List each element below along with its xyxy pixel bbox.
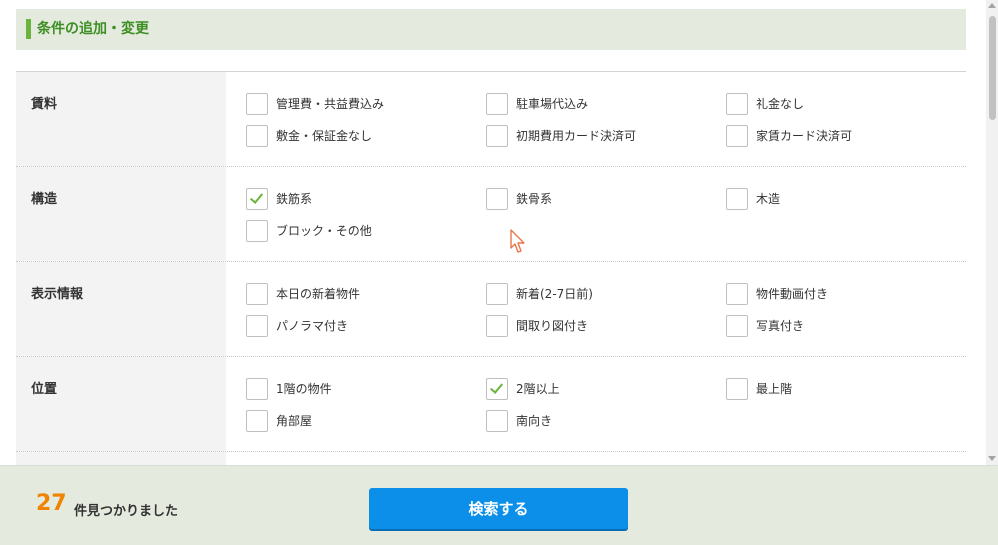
- options-group: 本日の新着物件 新着(2-7日前) 物件動画付き パノラマ付き 間取り図付き 写…: [226, 262, 966, 356]
- checkbox-label[interactable]: 本日の新着物件: [276, 285, 360, 302]
- checkbox-label[interactable]: パノラマ付き: [276, 317, 348, 334]
- checkbox[interactable]: [486, 410, 508, 432]
- conditions-panel: 条件の追加・変更 賃料 管理費・共益費込み 駐車場代込み 礼金なし 敷金・保証金…: [0, 0, 986, 544]
- scrollbar-thumb[interactable]: [989, 16, 996, 120]
- checkbox[interactable]: [486, 188, 508, 210]
- checkbox-label[interactable]: 1階の物件: [276, 380, 332, 397]
- checkbox[interactable]: [246, 378, 268, 400]
- checkbox[interactable]: [726, 378, 748, 400]
- checkbox-label[interactable]: 南向き: [516, 412, 552, 429]
- checkbox-label[interactable]: 初期費用カード決済可: [516, 127, 636, 144]
- checkbox-label[interactable]: ブロック・その他: [276, 222, 372, 239]
- checkbox-checked[interactable]: [246, 188, 268, 210]
- options-group: 管理費・共益費込み 駐車場代込み 礼金なし 敷金・保証金なし 初期費用カード決済…: [226, 72, 966, 166]
- checkbox[interactable]: [246, 125, 268, 147]
- checkbox-label[interactable]: 敷金・保証金なし: [276, 127, 372, 144]
- checkbox[interactable]: [246, 315, 268, 337]
- condition-row-position: 位置 1階の物件 2階以上 最上階 角部屋 南向き: [16, 357, 966, 452]
- row-label: 構造: [31, 192, 58, 207]
- row-label-cell: 表示情報: [16, 262, 226, 356]
- checkbox-label[interactable]: 写真付き: [756, 317, 804, 334]
- checkbox[interactable]: [486, 93, 508, 115]
- checkbox[interactable]: [486, 315, 508, 337]
- checkbox[interactable]: [246, 410, 268, 432]
- options-group: 鉄筋系 鉄骨系 木造 ブロック・その他: [226, 167, 966, 261]
- row-label: 位置: [31, 382, 58, 397]
- checkbox-label[interactable]: 角部屋: [276, 412, 312, 429]
- checkbox-label[interactable]: 鉄筋系: [276, 190, 312, 207]
- scroll-up-arrow-icon[interactable]: [988, 3, 996, 8]
- vertical-scrollbar[interactable]: [986, 0, 998, 544]
- checkbox[interactable]: [726, 315, 748, 337]
- row-label: 賃料: [31, 97, 58, 112]
- checkbox-checked[interactable]: [486, 378, 508, 400]
- checkbox-label[interactable]: 最上階: [756, 380, 792, 397]
- result-count: 27: [36, 491, 67, 516]
- checkbox-label[interactable]: 礼金なし: [756, 95, 804, 112]
- checkbox[interactable]: [246, 283, 268, 305]
- checkbox[interactable]: [246, 220, 268, 242]
- checkbox[interactable]: [486, 283, 508, 305]
- checkbox-label[interactable]: 家賃カード決済可: [756, 127, 852, 144]
- result-count-text: 件見つかりました: [74, 504, 179, 519]
- checkbox-label[interactable]: 物件動画付き: [756, 285, 828, 302]
- checkbox-label[interactable]: 新着(2-7日前): [516, 285, 593, 302]
- conditions-table: 賃料 管理費・共益費込み 駐車場代込み 礼金なし 敷金・保証金なし 初期費用カー…: [16, 71, 966, 492]
- section-title: 条件の追加・変更: [37, 21, 149, 37]
- scroll-down-arrow-icon[interactable]: [988, 456, 996, 461]
- checkbox[interactable]: [726, 125, 748, 147]
- checkbox[interactable]: [726, 93, 748, 115]
- options-group: 1階の物件 2階以上 最上階 角部屋 南向き: [226, 357, 966, 451]
- row-label-cell: 賃料: [16, 72, 226, 166]
- row-label-cell: 位置: [16, 357, 226, 451]
- row-label-cell: 構造: [16, 167, 226, 261]
- results-footer: 27 件見つかりました 検索する: [0, 465, 998, 545]
- section-header: 条件の追加・変更: [16, 9, 966, 50]
- checkbox-label[interactable]: 木造: [756, 190, 780, 207]
- checkbox[interactable]: [726, 188, 748, 210]
- checkbox-label[interactable]: 鉄骨系: [516, 190, 552, 207]
- section-header-accent-bar: [26, 19, 31, 39]
- condition-row-rent: 賃料 管理費・共益費込み 駐車場代込み 礼金なし 敷金・保証金なし 初期費用カー…: [16, 72, 966, 167]
- search-button[interactable]: 検索する: [369, 488, 628, 529]
- mouse-pointer-icon: [510, 229, 525, 253]
- checkbox[interactable]: [246, 93, 268, 115]
- condition-row-structure: 構造 鉄筋系 鉄骨系 木造 ブロック・その他: [16, 167, 966, 262]
- condition-row-display-info: 表示情報 本日の新着物件 新着(2-7日前) 物件動画付き パノラマ付き 間取り…: [16, 262, 966, 357]
- checkbox-label[interactable]: 管理費・共益費込み: [276, 95, 384, 112]
- checkbox[interactable]: [726, 283, 748, 305]
- checkbox[interactable]: [486, 125, 508, 147]
- checkbox-label[interactable]: 駐車場代込み: [516, 95, 588, 112]
- checkbox-label[interactable]: 2階以上: [516, 380, 560, 397]
- row-label: 表示情報: [31, 287, 84, 302]
- checkbox-label[interactable]: 間取り図付き: [516, 317, 588, 334]
